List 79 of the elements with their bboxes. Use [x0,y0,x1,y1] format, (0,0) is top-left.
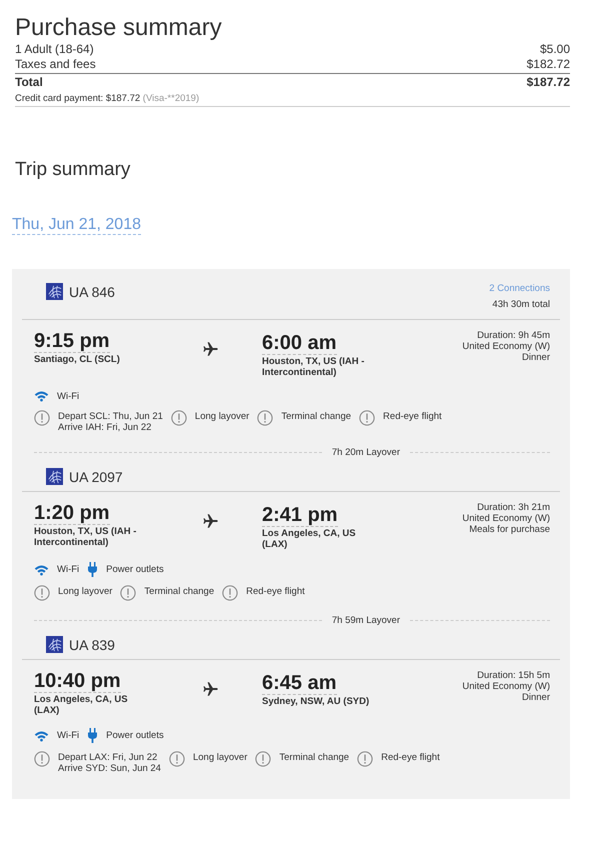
plug-icon [87,562,98,577]
arrival-city: Los Angeles, CA, US (LAX) [262,528,357,550]
price-amount: $5.00 [540,42,570,57]
arrival-time: 6:45 am [262,672,336,695]
flight-detail: Duration: 9h 45m [477,330,550,341]
exclamation-icon [34,751,50,767]
departure-city: Houston, TX, US (IAH - Intercontinental) [34,526,138,548]
warning-text: Arrive IAH: Fri, Jun 22 [58,422,152,433]
flight-detail: Duration: 15h 5m [477,670,550,681]
exclamation-icon [255,751,272,767]
warning-text: Depart LAX: Fri, Jun 22 [58,752,158,763]
exclamation-icon [170,410,187,426]
amenity-label: Power outlets [106,564,164,575]
globe-logo-icon [46,283,63,300]
layover-duration: 7h 20m Layover [332,447,400,458]
exclamation-icon [34,410,50,426]
flight-number: UA 2097 [69,468,123,484]
warning-text: Depart SCL: Thu, Jun 21 [58,411,163,422]
total-label: Total [15,75,43,90]
airplane-icon [202,512,220,530]
trip-date: Thu, Jun 21, 2018 [12,216,141,235]
warning-text: Long layover [58,586,112,597]
exclamation-icon [357,751,374,767]
departure-time: 10:40 pm [34,670,121,693]
warning-text: Red-eye flight [246,586,305,597]
warning-text: Long layover [194,411,250,422]
warning-text: Terminal change [279,752,350,763]
exclamation-icon [257,410,274,426]
warning-text: Terminal change [281,411,352,422]
globe-logo-icon [46,468,63,485]
price-label: 1 Adult (18-64) [15,42,94,57]
warning-text: Terminal change [144,586,214,597]
arrival-city: Houston, TX, US (IAH - Intercontinental) [262,356,366,378]
departure-time: 1:20 pm [34,502,110,525]
flight-detail: United Economy (W) [462,513,550,524]
layover-duration: 7h 59m Layover [332,615,400,626]
flight-number: UA 846 [69,284,115,300]
warning-text: Red-eye flight [381,752,440,763]
card-number: (Visa-**2019) [142,93,200,104]
wifi-icon [34,730,49,742]
purchase-title: Purchase summary [15,14,223,42]
warning-text: Arrive SYD: Sun, Jun 24 [58,763,161,774]
trip-title: Trip summary [15,159,132,181]
flight-detail: Dinner [522,352,550,363]
exclamation-icon [168,751,185,767]
amenity-label: Power outlets [106,730,164,741]
arrival-time: 6:00 am [262,332,336,355]
amenity-label: Wi-Fi [57,730,80,741]
flight-detail: Duration: 3h 21m [477,502,550,513]
wifi-icon [34,390,49,402]
departure-city: Los Angeles, CA, US (LAX) [34,694,129,716]
globe-logo-icon [46,636,63,653]
amenity-label: Wi-Fi [57,390,80,402]
warning-text: Red-eye flight [383,411,442,422]
amenity-label: Wi-Fi [57,564,80,575]
wifi-icon [34,564,49,576]
departure-city: Santiago, CL (SCL) [34,354,121,365]
connections-link[interactable]: 2 Connections [489,283,550,294]
airplane-icon [202,340,220,358]
total-amount: $187.72 [526,75,570,90]
departure-time: 9:15 pm [34,330,110,353]
exclamation-icon [359,410,376,426]
arrival-time: 2:41 pm [262,504,338,527]
flight-detail: United Economy (W) [462,681,550,692]
flight-number: UA 839 [69,636,115,652]
price-label: Taxes and fees [15,57,96,72]
plug-icon [87,728,98,743]
exclamation-icon [120,585,136,601]
arrival-city: Sydney, NSW, AU (SYD) [262,696,370,707]
flight-detail: Meals for purchase [469,524,550,535]
payment-text: Credit card payment: $187.72 [15,93,140,104]
exclamation-icon [34,585,50,601]
flight-detail: United Economy (W) [462,341,550,352]
exclamation-icon [222,585,238,601]
airplane-icon [202,680,220,698]
warning-text: Long layover [192,752,248,763]
total-duration: 43h 30m total [492,299,550,310]
flight-detail: Dinner [522,692,550,703]
price-amount: $182.72 [526,57,570,72]
